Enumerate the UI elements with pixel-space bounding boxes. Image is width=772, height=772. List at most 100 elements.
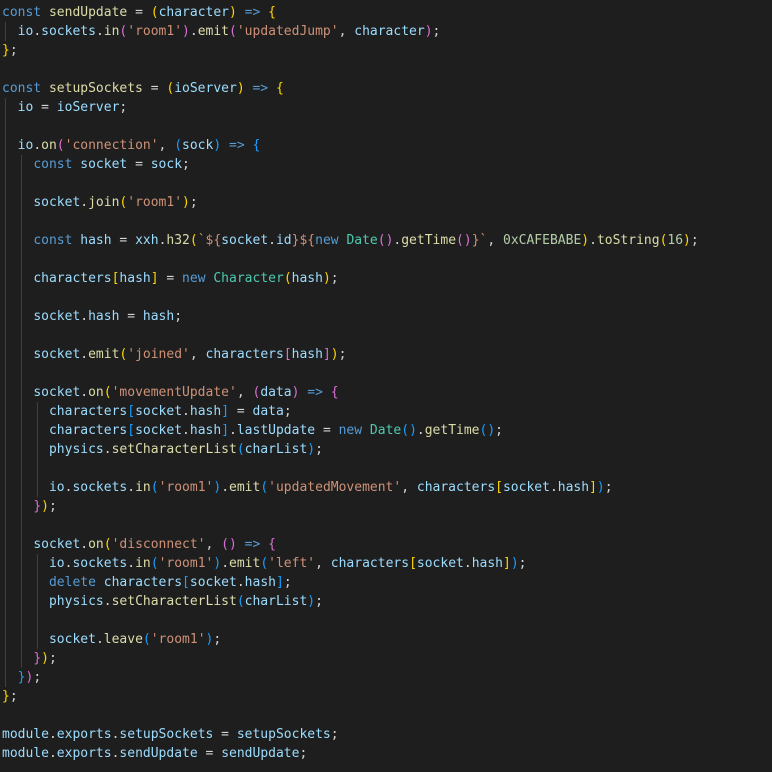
code-token: delete: [48, 575, 96, 590]
code-token: 'updatedMovement': [268, 480, 402, 495]
code-token: (: [236, 594, 245, 609]
code-token: hash: [88, 309, 120, 324]
code-token: ): [41, 651, 49, 666]
code-line[interactable]: socket.leave('room1');: [2, 630, 221, 649]
code-token: ;: [9, 689, 18, 704]
code-token: const: [33, 157, 73, 172]
code-token: on: [88, 385, 104, 400]
code-token: sock: [150, 157, 183, 172]
code-token: =: [213, 727, 237, 742]
code-token: ,: [487, 233, 503, 248]
code-line[interactable]: };: [2, 687, 18, 706]
code-token: ,: [189, 347, 206, 362]
code-token: [: [182, 575, 190, 590]
code-token: ;: [182, 157, 190, 172]
code-token: const: [2, 5, 42, 20]
code-line[interactable]: characters[socket.hash].lastUpdate = new…: [2, 421, 503, 440]
code-token: hash: [557, 480, 590, 495]
code-line[interactable]: const hash = xxh.h32(`${socket.id}${new …: [2, 231, 698, 250]
code-line[interactable]: physics.setCharacterList(charList);: [2, 440, 323, 459]
code-token: .: [589, 233, 597, 248]
code-line[interactable]: const sendUpdate = (character) => {: [2, 3, 276, 22]
code-token: ioServer: [56, 100, 120, 115]
code-token: characters: [48, 404, 128, 419]
code-token: setupSockets: [48, 81, 143, 96]
code-token: =>: [252, 81, 269, 96]
code-token: data: [252, 404, 284, 419]
code-token: .: [182, 423, 190, 438]
code-token: (: [142, 632, 151, 647]
code-token: 'joined': [127, 347, 190, 362]
code-line[interactable]: socket.hash = hash;: [2, 307, 182, 326]
code-line[interactable]: const socket = sock;: [2, 155, 190, 174]
code-line[interactable]: characters[socket.hash] = data;: [2, 402, 292, 421]
code-token: }${: [291, 233, 316, 248]
code-line[interactable]: socket.on('disconnect', () => {: [2, 535, 276, 554]
code-token: .: [549, 480, 558, 495]
code-line[interactable]: });: [2, 668, 41, 687]
code-token: (: [150, 480, 159, 495]
code-token: ): [510, 556, 519, 571]
code-line[interactable]: module.exports.sendUpdate = sendUpdate;: [2, 744, 307, 763]
code-token: (: [150, 556, 159, 571]
code-line[interactable]: const setupSockets = (ioServer) => {: [2, 79, 284, 98]
code-token: .: [80, 309, 89, 324]
code-token: character: [354, 24, 425, 39]
code-token: .: [80, 385, 89, 400]
code-token: .: [80, 347, 89, 362]
code-line[interactable]: io.sockets.in('room1').emit('updatedMove…: [2, 478, 613, 497]
code-line[interactable]: };: [2, 41, 18, 60]
code-line[interactable]: module.exports.setupSockets = setupSocke…: [2, 725, 339, 744]
code-token: id: [275, 233, 292, 248]
code-token: }: [33, 651, 42, 666]
code-token: .: [229, 423, 237, 438]
code-line[interactable]: });: [2, 649, 56, 668]
code-token: hash: [189, 404, 222, 419]
code-token: {: [268, 537, 276, 552]
code-token: hash: [471, 556, 503, 571]
code-token: characters: [330, 556, 410, 571]
code-token: .: [236, 575, 245, 590]
code-line[interactable]: io.sockets.in('room1').emit('left', char…: [2, 554, 527, 573]
code-token: =>: [307, 385, 323, 400]
code-line[interactable]: socket.on('movementUpdate', (data) => {: [2, 383, 338, 402]
code-line[interactable]: io.on('connection', (sock) => {: [2, 136, 261, 155]
code-token: (: [236, 442, 245, 457]
code-token: ]: [322, 347, 331, 362]
code-token: Date: [346, 233, 378, 248]
code-line[interactable]: physics.setCharacterList(charList);: [2, 592, 323, 611]
code-token: 'movementUpdate': [111, 385, 237, 400]
code-token: =: [111, 233, 136, 248]
code-token: hash: [119, 271, 151, 286]
code-line[interactable]: socket.join('room1');: [2, 193, 197, 212]
code-token: (: [283, 271, 292, 286]
code-line[interactable]: characters[hash] = new Character(hash);: [2, 269, 338, 288]
code-token: ;: [338, 347, 347, 362]
code-line[interactable]: io.sockets.in('room1').emit('updatedJump…: [2, 22, 441, 41]
code-token: (: [189, 233, 198, 248]
code-token: {: [252, 138, 261, 153]
code-token: ;: [432, 24, 441, 39]
code-token: 'left': [268, 556, 316, 571]
code-token: }: [33, 499, 42, 514]
code-token: }`: [471, 233, 488, 248]
code-line[interactable]: });: [2, 497, 56, 516]
code-token: setCharacterList: [111, 442, 237, 457]
code-line[interactable]: io = ioServer;: [2, 98, 128, 117]
code-line[interactable]: delete characters[socket.hash];: [2, 573, 292, 592]
code-token: (: [260, 556, 269, 571]
code-token: emit: [88, 347, 120, 362]
code-editor[interactable]: const sendUpdate = (character) => { io.s…: [0, 0, 772, 772]
code-token: sockets: [72, 556, 128, 571]
code-line[interactable]: socket.emit('joined', characters[hash]);: [2, 345, 346, 364]
code-token: socket: [135, 404, 183, 419]
